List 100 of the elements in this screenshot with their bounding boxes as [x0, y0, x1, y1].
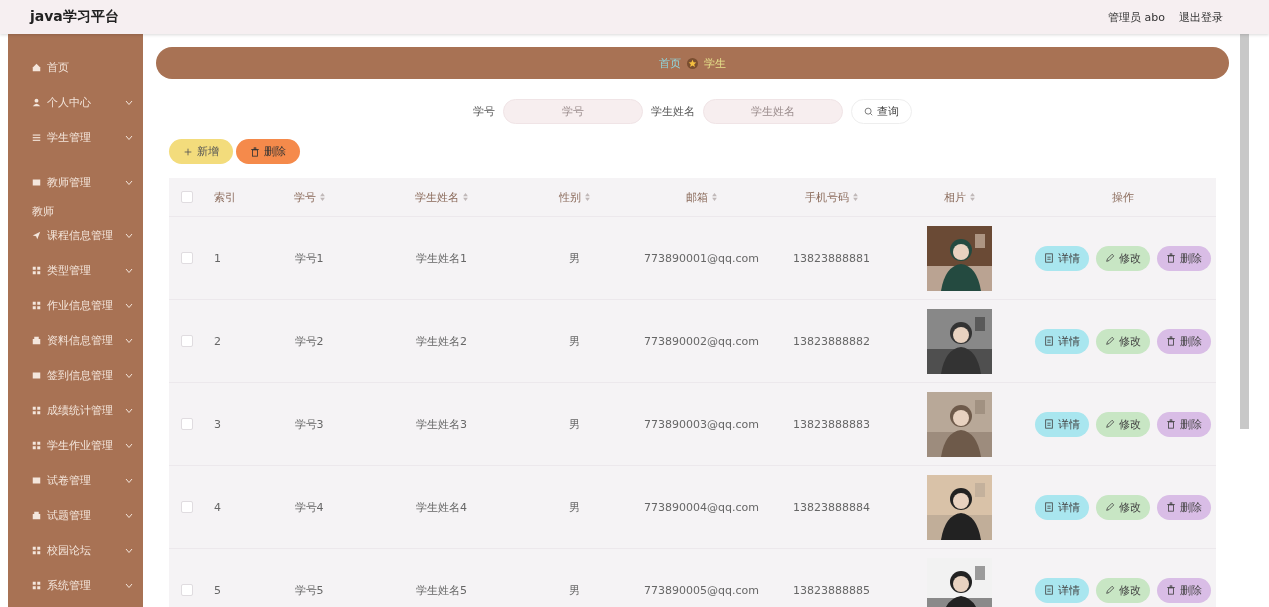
checkbox[interactable]: [180, 501, 193, 513]
star-icon: [687, 57, 698, 69]
grid-icon: [32, 301, 41, 310]
table-cell-text: 男: [567, 416, 581, 432]
square-icon: [32, 178, 41, 187]
breadcrumb-link[interactable]: 学生: [704, 55, 726, 71]
column-header[interactable]: 性别: [519, 189, 629, 205]
trash-icon: [1165, 585, 1176, 595]
list-icon: [32, 133, 41, 142]
pencil-icon: [1104, 253, 1115, 263]
breadcrumb-link[interactable]: 首页: [659, 55, 681, 71]
table-cell-text: 男: [567, 250, 581, 266]
grid-icon: [32, 406, 41, 415]
edit-button[interactable]: 修改: [1095, 328, 1150, 354]
field-label: 学号: [473, 104, 495, 119]
sidebar-item[interactable]: 签到信息管理: [8, 358, 143, 393]
search-button[interactable]: 查询: [851, 99, 912, 124]
detail-button[interactable]: 详情: [1034, 245, 1089, 271]
home-icon: [32, 63, 41, 72]
square-icon: [32, 476, 41, 485]
table-cell-text: 学生姓名5: [415, 582, 468, 598]
sidebar-item[interactable]: 资料信息管理: [8, 323, 143, 358]
table-cell-text: 2: [213, 334, 222, 348]
delete-button[interactable]: 删除: [236, 139, 300, 164]
add-button[interactable]: 新增: [169, 139, 233, 164]
sidebar-item[interactable]: 首页: [8, 50, 143, 85]
table-cell-text: 学生姓名1: [415, 250, 468, 266]
table-cell-text: 13823888885: [792, 583, 871, 597]
delete-button[interactable]: 删除: [1156, 577, 1211, 603]
logout-link[interactable]: 退出登录: [1179, 9, 1223, 25]
table-cell-text: 男: [567, 333, 581, 349]
sidebar-item[interactable]: 系统管理: [8, 568, 143, 603]
column-header[interactable]: 学号: [254, 189, 364, 205]
search-field[interactable]: 学生姓名: [703, 99, 843, 124]
sidebar-item[interactable]: 学生作业管理: [8, 428, 143, 463]
grid-icon: [32, 546, 41, 555]
trash-icon: [1165, 419, 1176, 429]
trash-icon: [1165, 502, 1176, 512]
edit-button[interactable]: 修改: [1095, 577, 1150, 603]
scrollbar[interactable]: [1240, 34, 1249, 429]
document-icon: [1043, 502, 1054, 512]
detail-button[interactable]: 详情: [1034, 328, 1089, 354]
sidebar-item[interactable]: 试题管理: [8, 498, 143, 533]
table-cell-text: 773890003@qq.com: [643, 417, 760, 431]
checkbox[interactable]: [180, 335, 193, 347]
table-cell-text: 13823888882: [792, 334, 871, 348]
document-icon: [1043, 253, 1054, 263]
column-header[interactable]: 相片: [889, 189, 1029, 205]
box-icon: [32, 511, 41, 520]
delete-button[interactable]: 删除: [1156, 328, 1211, 354]
checkbox[interactable]: [180, 191, 193, 203]
sidebar-item[interactable]: 校园论坛: [8, 533, 143, 568]
sidebar-item[interactable]: 课程信息管理: [8, 218, 143, 253]
grid-icon: [32, 441, 41, 450]
checkbox[interactable]: [180, 584, 193, 596]
plus-icon: [183, 146, 193, 157]
table-cell-text: 773890005@qq.com: [643, 583, 760, 597]
table-cell-text: 773890001@qq.com: [643, 251, 760, 265]
sidebar-item[interactable]: 类型管理: [8, 253, 143, 288]
box-icon: [32, 336, 41, 345]
delete-button[interactable]: 删除: [1156, 245, 1211, 271]
sidebar-item[interactable]: 个人中心: [8, 85, 143, 120]
detail-button[interactable]: 详情: [1034, 411, 1089, 437]
checkbox[interactable]: [180, 418, 193, 430]
table-cell-text: 学号5: [293, 582, 325, 598]
sidebar-item[interactable]: 学生管理: [8, 120, 143, 155]
table-cell-text: 13823888881: [792, 251, 871, 265]
column-header[interactable]: 手机号码: [774, 189, 889, 205]
table-cell-text: 学号3: [293, 416, 325, 432]
edit-button[interactable]: 修改: [1095, 494, 1150, 520]
delete-button[interactable]: 删除: [1156, 494, 1211, 520]
sidebar-item[interactable]: 教师管理: [8, 165, 143, 200]
document-icon: [1043, 336, 1054, 346]
pencil-icon: [1104, 502, 1115, 512]
sidebar-item[interactable]: 作业信息管理: [8, 288, 143, 323]
user-label: 管理员 abo: [1108, 9, 1165, 25]
trash-icon: [250, 146, 260, 157]
table-cell-text: 男: [567, 582, 581, 598]
checkbox[interactable]: [180, 252, 193, 264]
pencil-icon: [1104, 585, 1115, 595]
sidebar-item[interactable]: 成绩统计管理: [8, 393, 143, 428]
column-header[interactable]: 学生姓名: [364, 189, 519, 205]
grid-icon: [32, 581, 41, 590]
table-cell-text: 773890002@qq.com: [643, 334, 760, 348]
table-cell-text: 4: [213, 500, 222, 514]
table-cell-text: 1: [213, 251, 222, 265]
pencil-icon: [1104, 336, 1115, 346]
edit-button[interactable]: 修改: [1095, 411, 1150, 437]
trash-icon: [1165, 253, 1176, 263]
sidebar-item[interactable]: 试卷管理: [8, 463, 143, 498]
table-cell-text: 3: [213, 417, 222, 431]
detail-button[interactable]: 详情: [1034, 494, 1089, 520]
search-field[interactable]: 学号: [503, 99, 643, 124]
column-header[interactable]: 邮箱: [629, 189, 774, 205]
app-title: java学习平台: [30, 8, 120, 26]
edit-button[interactable]: 修改: [1095, 245, 1150, 271]
square-icon: [32, 371, 41, 380]
delete-button[interactable]: 删除: [1156, 411, 1211, 437]
paper-plane-icon: [32, 231, 41, 240]
detail-button[interactable]: 详情: [1034, 577, 1089, 603]
